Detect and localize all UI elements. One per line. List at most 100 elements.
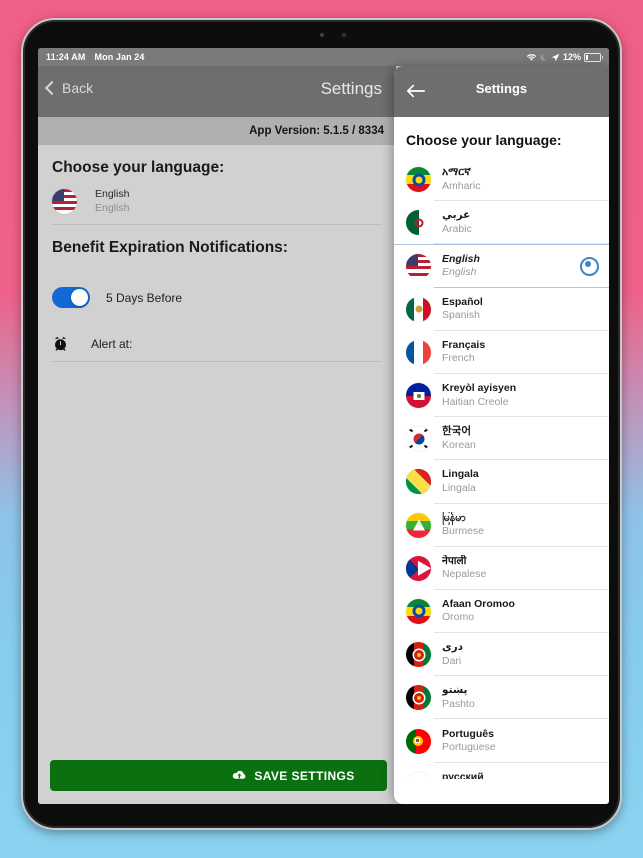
language-item-oromo[interactable]: Afaan Oromoo Oromo bbox=[394, 590, 609, 634]
haiti-flag-icon bbox=[406, 383, 431, 409]
settings-panel: Back Settings App Version: 5.1.5 / 8334 … bbox=[38, 66, 396, 804]
language-item-english[interactable]: English English bbox=[394, 244, 609, 288]
language-english: Oromo bbox=[442, 611, 475, 624]
language-item-arabic[interactable]: عربي Arabic bbox=[394, 201, 609, 245]
back-button[interactable]: Back bbox=[44, 80, 94, 96]
battery-percent: 12% bbox=[562, 52, 581, 62]
camera-lens-icon bbox=[342, 33, 346, 37]
save-settings-label: SAVE SETTINGS bbox=[254, 768, 355, 783]
save-settings-wrap: SAVE SETTINGS bbox=[50, 760, 387, 791]
notifications-section-title: Benefit Expiration Notifications: bbox=[52, 239, 288, 256]
language-native: Français bbox=[442, 338, 486, 351]
cloud-upload-icon bbox=[233, 770, 246, 779]
south-korea-flag-icon bbox=[406, 426, 431, 452]
wifi-icon bbox=[526, 53, 536, 61]
app-version-label: App Version: 5.1.5 / 8334 bbox=[249, 125, 384, 137]
language-list[interactable]: አማርኛ Amharic عربي Arabic English English Españ… bbox=[394, 158, 609, 779]
language-native: Español bbox=[442, 295, 483, 308]
language-native: English bbox=[442, 252, 480, 265]
days-before-label: 5 Days Before bbox=[106, 290, 183, 305]
language-native: 한국어 bbox=[442, 425, 471, 438]
language-native: አማርኛ bbox=[442, 166, 471, 179]
ethiopia-flag-icon bbox=[406, 598, 431, 624]
portugal-flag-icon bbox=[406, 728, 431, 754]
language-native: دری bbox=[442, 641, 464, 654]
us-flag-icon bbox=[406, 253, 431, 279]
myanmar-flag-icon bbox=[406, 512, 431, 538]
alarm-clock-icon bbox=[54, 336, 67, 351]
language-english: Arabic bbox=[442, 222, 472, 235]
language-english: Spanish bbox=[442, 309, 480, 322]
language-native: русский bbox=[442, 770, 484, 779]
language-english: French bbox=[442, 352, 475, 365]
mexico-flag-icon bbox=[406, 296, 431, 322]
language-item-pashto[interactable]: پښتو Pashto bbox=[394, 676, 609, 720]
language-item-lingala[interactable]: Lingala Lingala bbox=[394, 460, 609, 504]
battery-icon bbox=[584, 52, 603, 62]
picker-title: Settings bbox=[475, 81, 528, 96]
language-native: Lingala bbox=[442, 468, 479, 481]
language-section-title: Choose your language: bbox=[52, 159, 225, 176]
language-english: Pashto bbox=[442, 697, 475, 710]
language-english: Korean bbox=[442, 438, 476, 451]
language-native: Kreyòl ayisyen bbox=[442, 382, 517, 395]
location-arrow-icon bbox=[551, 53, 560, 61]
status-date: Mon Jan 24 bbox=[94, 52, 145, 62]
france-flag-icon bbox=[406, 339, 431, 365]
camera-sensor-icon bbox=[320, 33, 324, 37]
algeria-flag-icon bbox=[406, 210, 431, 236]
language-english: Burmese bbox=[442, 525, 485, 538]
status-time: 11:24 AM bbox=[46, 52, 86, 62]
language-item-korean[interactable]: 한국어 Korean bbox=[394, 417, 609, 461]
language-item-dari[interactable]: دری Dari bbox=[394, 633, 609, 677]
language-item-portuguese[interactable]: Português Portuguese bbox=[394, 719, 609, 763]
congo-flag-icon bbox=[406, 469, 431, 495]
language-english: Amharic bbox=[442, 179, 481, 192]
language-native: မြန်မာ bbox=[442, 511, 466, 524]
language-english: English bbox=[442, 266, 477, 279]
language-native: پښتو bbox=[442, 684, 468, 697]
language-native: Português bbox=[442, 727, 494, 740]
language-item-nepalese[interactable]: नेपाली Nepalese bbox=[394, 547, 609, 591]
app-version-bar: App Version: 5.1.5 / 8334 bbox=[38, 117, 396, 145]
language-english: Dari bbox=[442, 654, 462, 667]
afghanistan-flag-icon bbox=[406, 685, 431, 711]
language-native: Afaan Oromoo bbox=[442, 597, 515, 610]
expiration-toggle-row[interactable]: 5 Days Before bbox=[52, 287, 382, 308]
selected-radio[interactable] bbox=[580, 256, 599, 276]
language-item-burmese[interactable]: မြန်မာ Burmese bbox=[394, 504, 609, 547]
back-label: Back bbox=[62, 80, 94, 96]
language-item-haitian-creole[interactable]: Kreyòl ayisyen Haitian Creole bbox=[394, 374, 609, 418]
tablet-device: 11:24 AM Mon Jan 24 12% Back Settings Ap… bbox=[21, 18, 622, 830]
language-english: Lingala bbox=[442, 481, 476, 494]
days-before-toggle[interactable] bbox=[52, 287, 90, 308]
language-english: Haitian Creole bbox=[442, 395, 509, 408]
alert-at-label: Alert at: bbox=[91, 336, 133, 351]
ethiopia-flag-icon bbox=[406, 167, 431, 193]
russia-flag-icon bbox=[406, 771, 431, 779]
picker-header: Choose your language: bbox=[406, 132, 562, 148]
language-english: English bbox=[95, 202, 130, 214]
language-english: Portuguese bbox=[442, 741, 496, 754]
language-picker-panel: Settings Choose your language: አማርኛ Amhar… bbox=[394, 66, 609, 804]
alert-time-row[interactable]: Alert at: bbox=[52, 335, 382, 362]
chevron-left-icon bbox=[44, 80, 60, 96]
picker-navbar: Settings bbox=[394, 66, 609, 117]
afghanistan-flag-icon bbox=[406, 642, 431, 668]
selected-language-row[interactable]: English English bbox=[52, 187, 382, 225]
language-item-russian[interactable]: русскийRussian bbox=[394, 763, 609, 779]
status-bar: 11:24 AM Mon Jan 24 12% bbox=[38, 48, 609, 66]
tablet-screen: 11:24 AM Mon Jan 24 12% Back Settings Ap… bbox=[38, 48, 609, 804]
language-item-amharic[interactable]: አማርኛ Amharic bbox=[394, 158, 609, 202]
language-item-spanish[interactable]: Español Spanish bbox=[394, 288, 609, 331]
language-native: عربي bbox=[442, 209, 471, 222]
settings-body: Choose your language: English English Be… bbox=[38, 159, 396, 362]
language-native: English bbox=[95, 188, 130, 200]
crescent-icon bbox=[540, 53, 547, 61]
save-settings-button[interactable]: SAVE SETTINGS bbox=[50, 760, 387, 791]
language-english: Nepalese bbox=[442, 568, 487, 581]
language-item-french[interactable]: Français French bbox=[394, 331, 609, 375]
page-title: Settings bbox=[320, 79, 382, 98]
settings-navbar: Back Settings bbox=[38, 66, 396, 117]
nepal-flag-icon bbox=[406, 555, 431, 581]
